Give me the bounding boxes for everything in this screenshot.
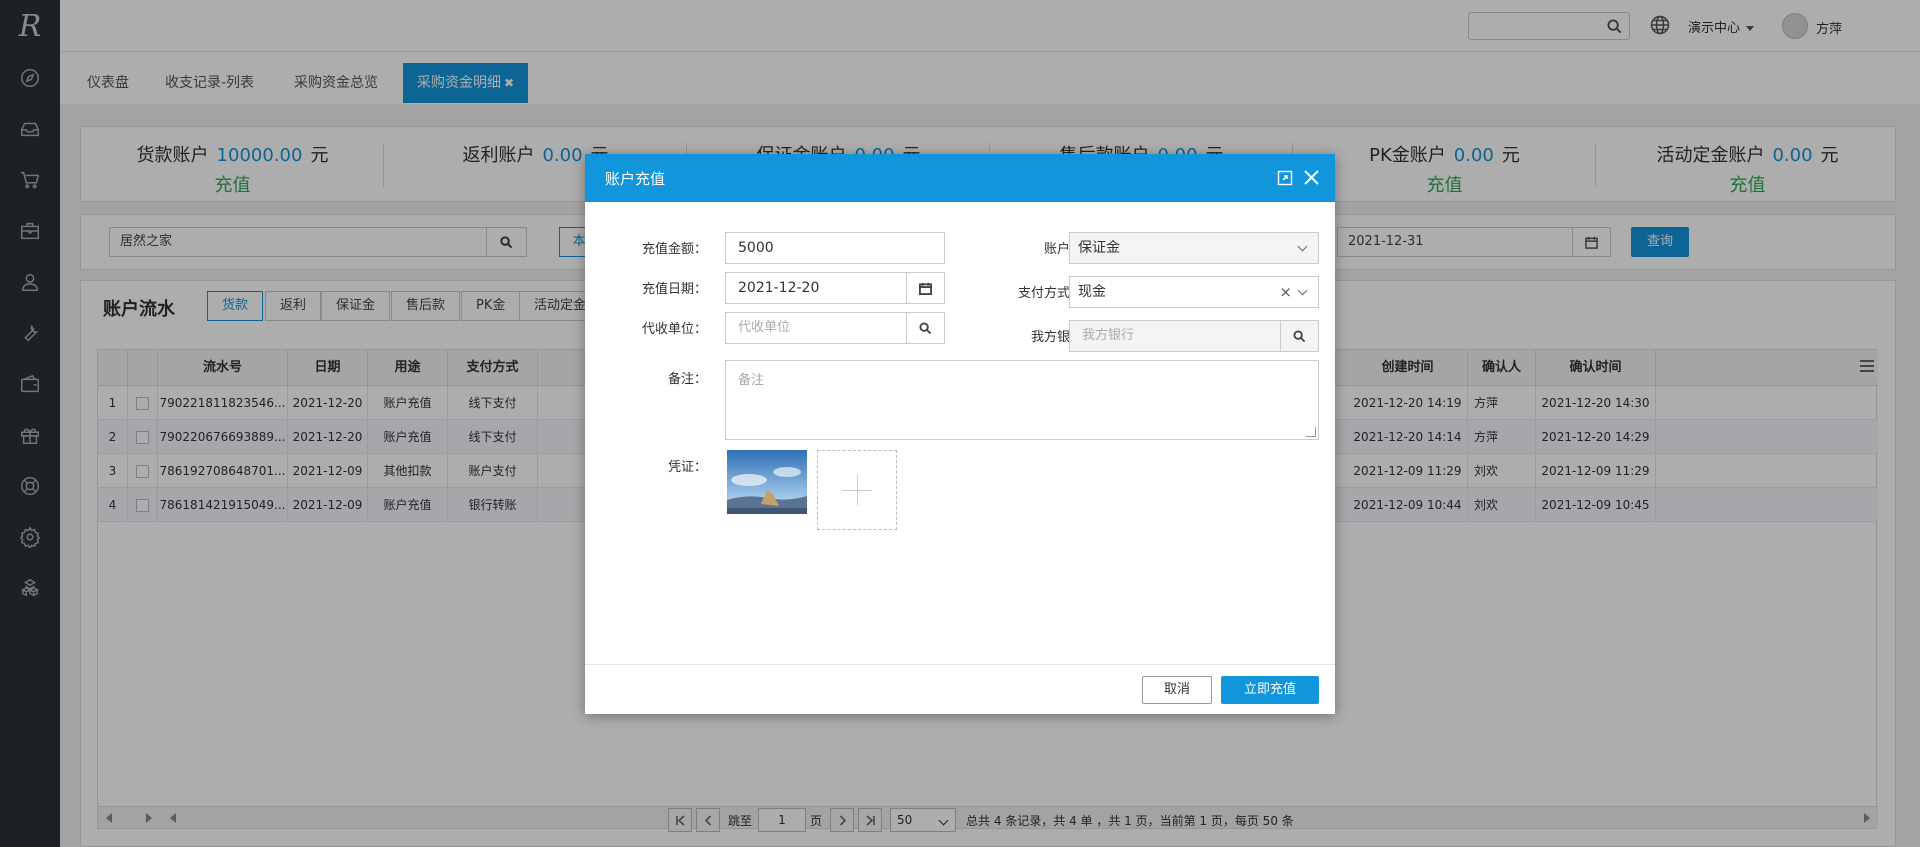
bank-input[interactable]: 我方银行	[1069, 320, 1281, 352]
submit-recharge-button[interactable]: 立即充值	[1221, 676, 1319, 704]
calendar-icon	[919, 282, 932, 295]
bank-search-button[interactable]	[1281, 320, 1319, 352]
amount-label: 充值金额：	[641, 242, 707, 257]
remark-label: 备注：	[667, 372, 707, 387]
account-label: 账户：	[1043, 242, 1083, 257]
amount-input[interactable]: 5000	[725, 232, 945, 264]
collector-input[interactable]: 代收单位	[725, 312, 907, 344]
search-icon	[1293, 330, 1306, 343]
account-select[interactable]: 保证金	[1069, 232, 1319, 264]
chevron-down-icon	[1297, 285, 1308, 296]
dialog-header[interactable]: 账户充值	[585, 154, 1335, 202]
account-select-value: 保证金	[1078, 240, 1120, 256]
clear-icon[interactable]: ×	[1279, 277, 1292, 307]
upload-button[interactable]	[817, 450, 897, 530]
voucher-thumbnail[interactable]	[727, 450, 807, 514]
maximize-icon[interactable]	[1277, 170, 1293, 186]
search-icon	[919, 322, 932, 335]
date-label: 充值日期：	[641, 282, 707, 297]
paymethod-label: 支付方式：	[1017, 286, 1083, 301]
bank-label: 我方银行	[1030, 330, 1083, 345]
resize-handle[interactable]	[1306, 427, 1316, 437]
collector-label: 代收单位：	[641, 322, 707, 337]
paymethod-select-value: 现金	[1078, 284, 1106, 300]
dialog-footer: 取消 立即充值	[585, 664, 1335, 714]
voucher-label: 凭证：	[667, 460, 707, 475]
recharge-dialog: 账户充值 充值金额： 5000 充值日期： 2021-12-20 代收单位： 代…	[585, 154, 1335, 714]
dialog-title: 账户充值	[605, 170, 666, 188]
cancel-button[interactable]: 取消	[1142, 676, 1212, 704]
calendar-button[interactable]	[907, 272, 945, 304]
remark-placeholder: 备注	[738, 373, 765, 388]
chevron-down-icon	[1297, 241, 1308, 252]
paymethod-select[interactable]: 现金 ×	[1069, 276, 1319, 308]
close-icon[interactable]	[1303, 169, 1320, 186]
date-input[interactable]: 2021-12-20	[725, 272, 907, 304]
collector-search-button[interactable]	[907, 312, 945, 344]
remark-textarea[interactable]: 备注	[725, 360, 1319, 440]
